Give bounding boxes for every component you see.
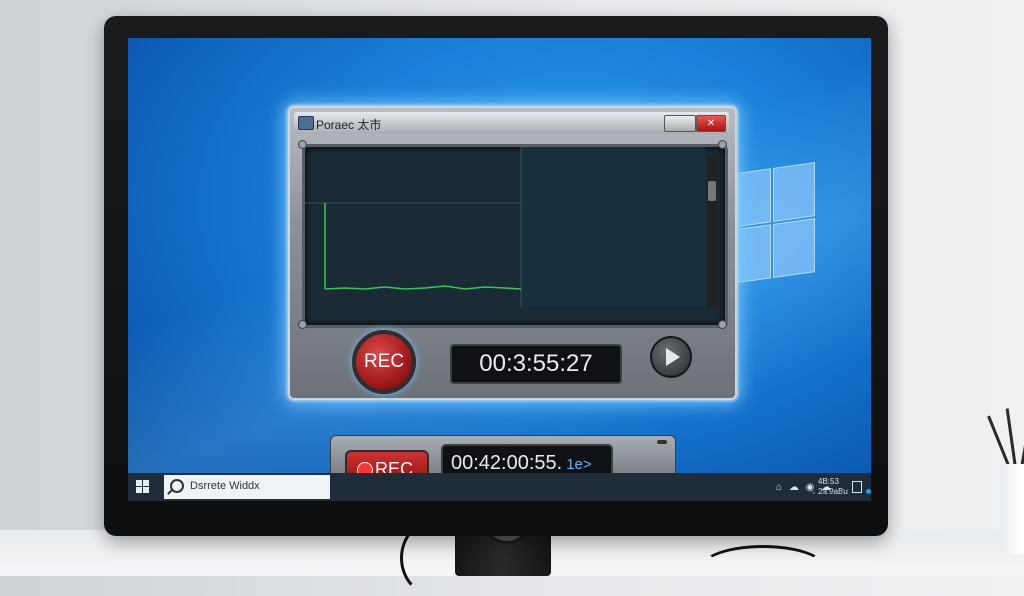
- scrollbar-thumb[interactable]: [708, 181, 716, 201]
- toolbar-timer-suffix: 1e>: [566, 456, 592, 473]
- screw-icon: [298, 320, 307, 329]
- taskbar-search-box[interactable]: Dsrrete Widdx: [164, 475, 330, 499]
- notification-icon[interactable]: [852, 481, 862, 493]
- window-titlebar[interactable]: Poraec 太市 ✕: [294, 112, 729, 134]
- screw-icon: [718, 320, 727, 329]
- bezel-buttons[interactable]: ••••: [812, 488, 850, 499]
- waveform-graph: [305, 147, 705, 307]
- toolbar-timer-value: 00:42:00:55.: [451, 452, 563, 474]
- power-led: [866, 489, 871, 494]
- display-scrollbar[interactable]: [707, 155, 717, 309]
- taskbar: Dsrrete Widdx ⌂ ☁ ◉ ☁ 4B:53 2a.9aBu: [128, 473, 871, 501]
- tray-time-line1: 4B:53: [818, 477, 839, 486]
- window-app-icon: [298, 116, 314, 130]
- pencil: [1020, 412, 1024, 469]
- waveform-display: [302, 144, 728, 328]
- windows-wallpaper-logo: [733, 162, 815, 293]
- waveform-line: [324, 285, 522, 290]
- screw-icon: [718, 140, 727, 149]
- recording-timer: 00:3:55:27: [450, 344, 622, 384]
- display-right-panel: [521, 147, 705, 307]
- record-button[interactable]: REC: [352, 330, 416, 394]
- pencil-cup: [1000, 464, 1024, 554]
- search-placeholder: Dsrrete Widdx: [190, 480, 260, 492]
- window-title: Poraec 太市: [316, 118, 382, 132]
- minimize-button[interactable]: [664, 115, 696, 132]
- close-button[interactable]: ✕: [696, 115, 726, 132]
- windows-start-icon[interactable]: [136, 480, 150, 494]
- desktop-screen: Poraec 太市 ✕ REC 00:3:55:27 REC 00:42:00:…: [128, 38, 871, 501]
- recorder-window[interactable]: Poraec 太市 ✕ REC 00:3:55:27: [288, 106, 737, 400]
- play-icon[interactable]: [650, 336, 692, 378]
- screw-icon: [298, 140, 307, 149]
- search-icon: [170, 479, 184, 493]
- toolbar-handle[interactable]: [657, 440, 667, 444]
- monitor-cable-2: [700, 545, 826, 591]
